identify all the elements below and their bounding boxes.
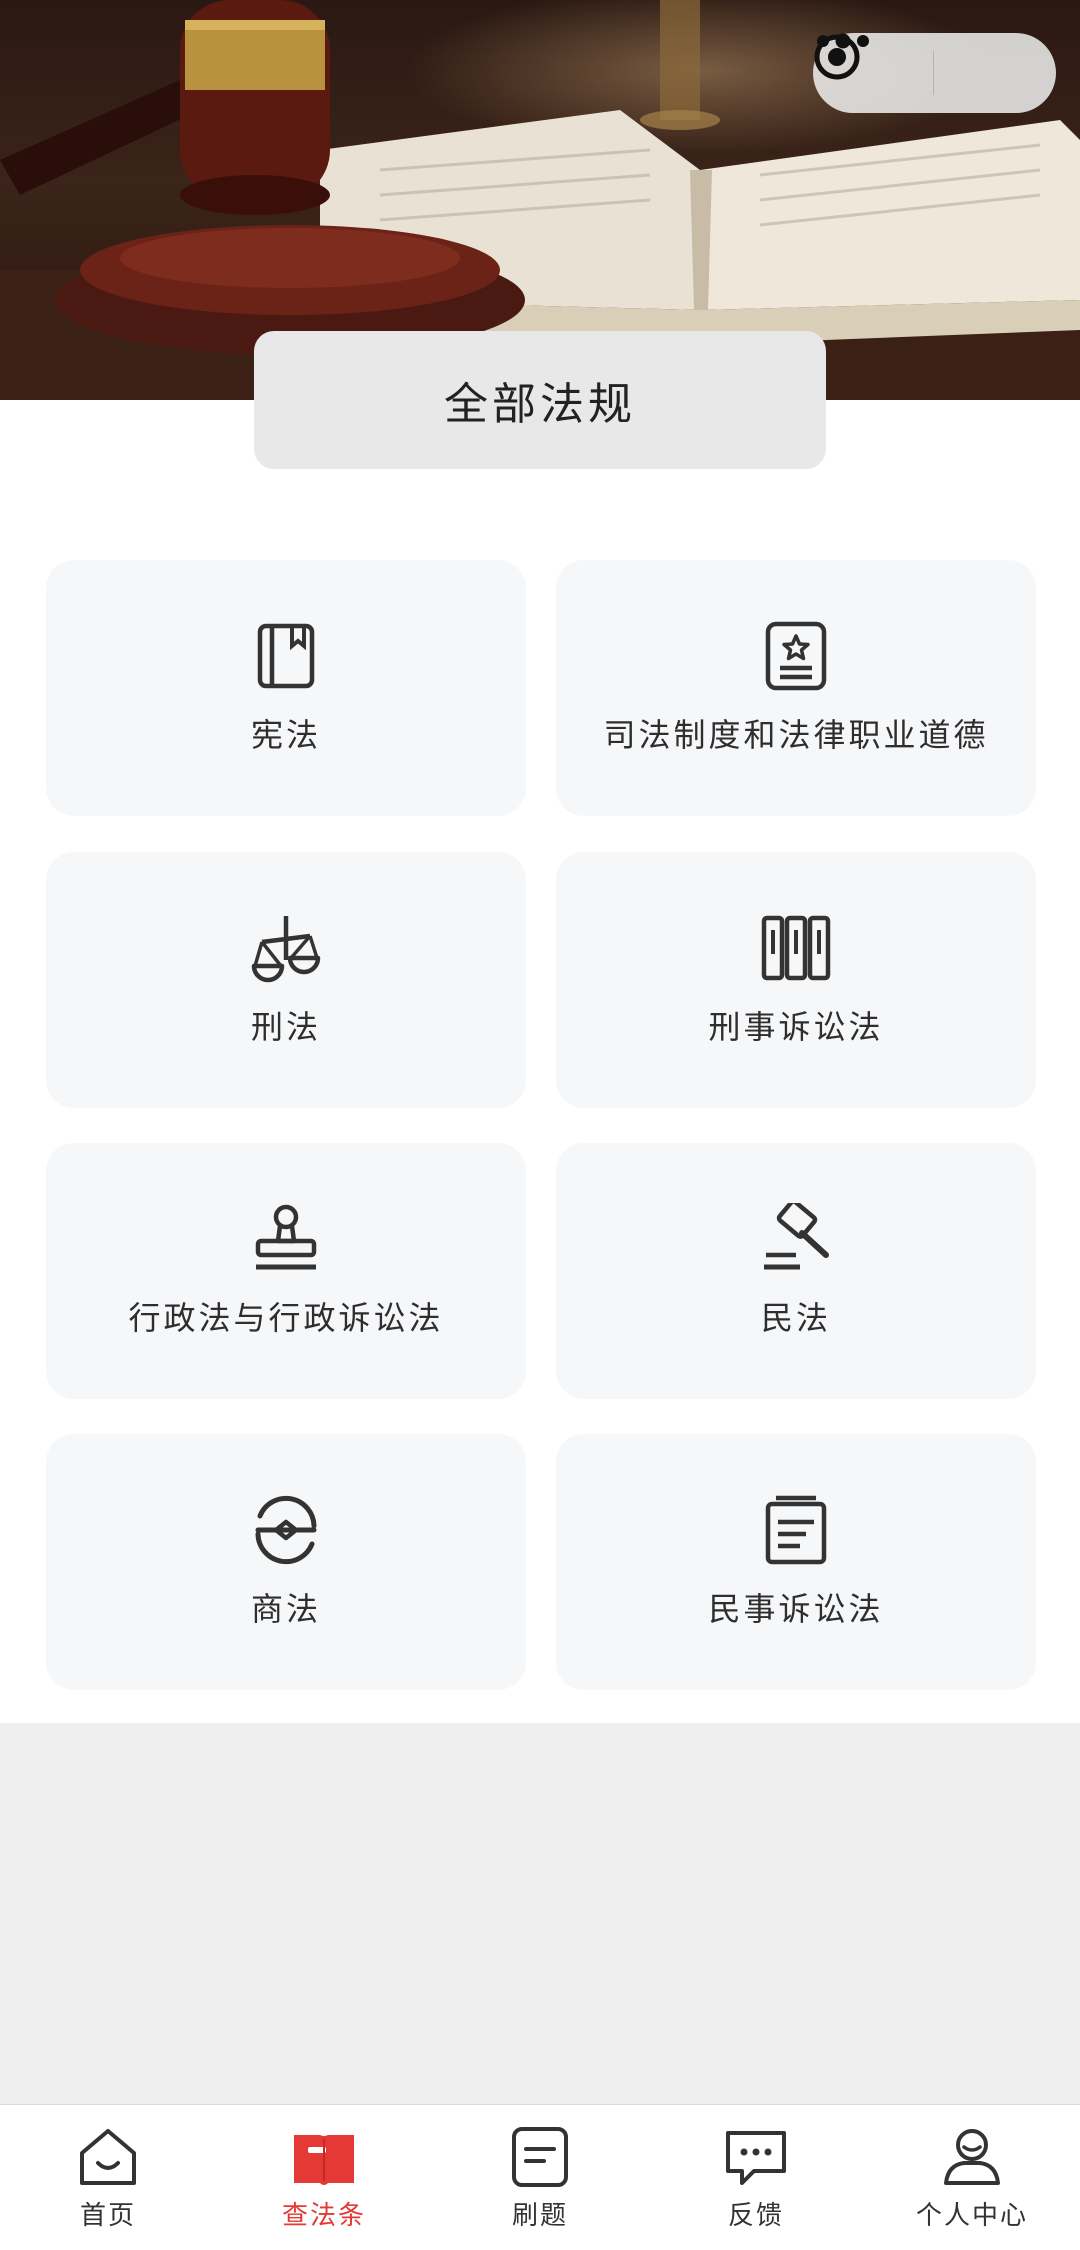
category-label: 民法 xyxy=(760,1299,831,1337)
category-label: 商法 xyxy=(250,1590,321,1628)
certificate-icon xyxy=(765,621,827,691)
home-icon xyxy=(80,2129,136,2185)
tab-label: 个人中心 xyxy=(915,2201,1028,2231)
category-card-administrative-law[interactable]: 行政法与行政诉讼法 xyxy=(46,1143,526,1399)
chat-icon xyxy=(726,2131,786,2185)
commerce-icon xyxy=(255,1495,317,1565)
category-label: 行政法与行政诉讼法 xyxy=(128,1299,444,1337)
tab-law-search[interactable]: 查法条 xyxy=(216,2105,432,2250)
notes-icon xyxy=(512,2127,568,2187)
category-card-commercial-law[interactable]: 商法 xyxy=(46,1434,526,1690)
category-card-judicial-ethics[interactable]: 司法制度和法律职业道德 xyxy=(556,560,1036,816)
tab-home[interactable]: 首页 xyxy=(0,2105,216,2250)
category-label: 刑事诉讼法 xyxy=(708,1008,884,1046)
category-card-criminal-law[interactable]: 刑法 xyxy=(46,852,526,1108)
book-icon xyxy=(257,623,315,689)
tab-feedback[interactable]: 反馈 xyxy=(648,2105,864,2250)
close-miniprogram-button[interactable] xyxy=(814,33,1056,113)
tab-profile[interactable]: 个人中心 xyxy=(864,2105,1080,2250)
miniprogram-capsule xyxy=(813,33,1056,113)
category-card-civil-law[interactable]: 民法 xyxy=(556,1143,1036,1399)
gavel-icon xyxy=(764,1203,829,1270)
category-label: 民事诉讼法 xyxy=(708,1590,884,1628)
category-label: 司法制度和法律职业道德 xyxy=(603,716,989,754)
bottom-tab-bar: 首页 查法条 刷题 反馈 个人中心 xyxy=(0,2104,1080,2250)
law-book-icon xyxy=(294,2135,354,2185)
tab-label: 查法条 xyxy=(281,2201,366,2231)
tab-label: 刷题 xyxy=(511,2201,568,2231)
tab-label: 首页 xyxy=(79,2201,136,2231)
user-icon xyxy=(944,2129,1000,2185)
category-label: 宪法 xyxy=(250,716,321,754)
target-icon xyxy=(814,34,860,80)
page-title: 全部法规 xyxy=(254,331,826,469)
binders-icon xyxy=(761,915,831,981)
category-card-criminal-procedure[interactable]: 刑事诉讼法 xyxy=(556,852,1036,1108)
scales-icon xyxy=(251,916,321,983)
category-card-constitution[interactable]: 宪法 xyxy=(46,560,526,816)
category-card-civil-procedure[interactable]: 民事诉讼法 xyxy=(556,1434,1036,1690)
document-icon xyxy=(765,1495,827,1565)
tab-label: 反馈 xyxy=(727,2201,784,2231)
category-label: 刑法 xyxy=(250,1008,321,1046)
tab-practice[interactable]: 刷题 xyxy=(432,2105,648,2250)
stamp-icon xyxy=(255,1204,317,1270)
